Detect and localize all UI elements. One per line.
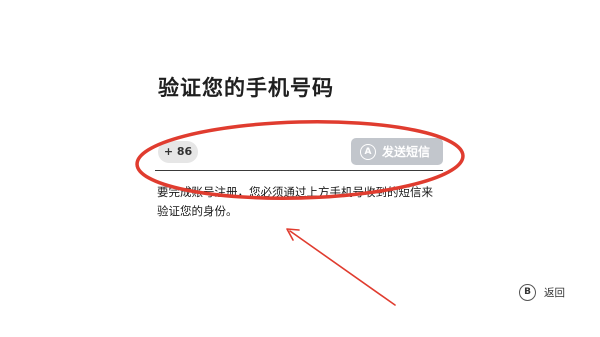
phone-number-input[interactable] bbox=[207, 141, 342, 163]
back-label: 返回 bbox=[544, 287, 565, 299]
a-button-icon: A bbox=[360, 143, 376, 160]
description-line-2: 验证您的身份。 bbox=[157, 204, 238, 218]
annotation-arrow-line bbox=[289, 230, 396, 306]
description-line-1: 要完成账号注册，您必须通过上方手机号收到的短信来 bbox=[157, 185, 433, 199]
back-button[interactable]: B 返回 bbox=[519, 284, 565, 301]
verification-description: 要完成账号注册，您必须通过上方手机号收到的短信来 验证您的身份。 bbox=[157, 183, 457, 221]
verify-phone-page: 验证您的手机号码 + 86 A 发送短信 要完成账号注册，您必须通过上方手机号收… bbox=[0, 0, 600, 337]
send-sms-label: 发送短信 bbox=[382, 145, 431, 159]
b-button-icon: B bbox=[519, 284, 536, 301]
country-code-selector[interactable]: + 86 bbox=[158, 141, 198, 163]
phone-input-row: + 86 A 发送短信 bbox=[155, 138, 443, 171]
send-sms-button[interactable]: A 发送短信 bbox=[351, 138, 443, 165]
page-title: 验证您的手机号码 bbox=[158, 76, 334, 100]
annotation-arrow-head bbox=[286, 228, 300, 241]
